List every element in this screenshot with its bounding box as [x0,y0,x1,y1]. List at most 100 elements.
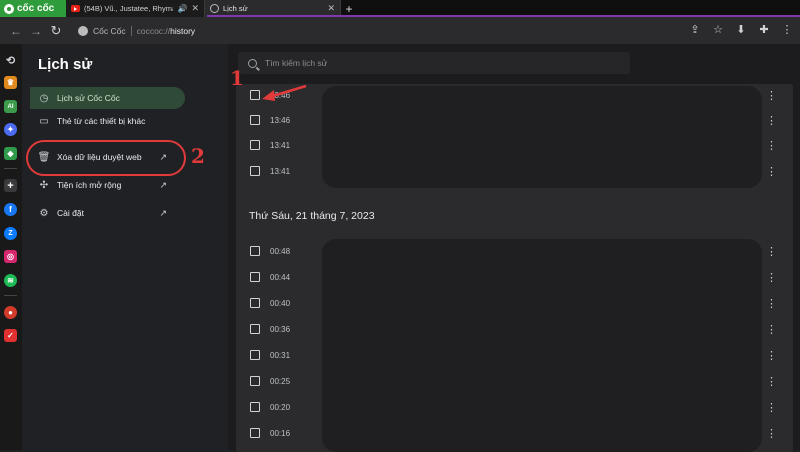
back-arrow-icon[interactable]: ← [6,24,26,38]
annotation-step-1: 1 [230,66,244,90]
search-icon [248,58,257,68]
group-date-heading: Thứ Sáu, 21 tháng 7, 2023 [249,210,375,222]
more-vert-icon[interactable]: ⋮ [766,349,777,362]
more-vert-icon[interactable]: ⋮ [766,271,777,284]
game-icon[interactable]: ◆ [4,147,17,160]
row-time: 00:40 [270,298,291,308]
history-group: Thứ Sáu, 21 tháng 7, 2023 00:48 ⋮ 00:44 … [236,199,793,452]
history-rail-icon[interactable]: ⟲ [4,54,17,67]
site-label: Cốc Cốc [93,25,126,36]
history-row[interactable]: 00:25 ⋮ [236,370,793,392]
page-title: Lịch sử [38,56,93,73]
site-info-icon[interactable] [78,25,88,36]
instagram-icon[interactable]: ◎ [4,250,17,263]
star-icon[interactable]: ☆ [711,22,725,36]
download-icon[interactable]: ⬇ [734,22,748,36]
coccoc-logo[interactable]: cốc cốc [0,0,66,17]
more-vert-icon[interactable]: ⋮ [766,139,777,152]
crown-icon[interactable]: ♛ [4,76,17,89]
add-icon[interactable]: + [4,179,17,192]
row-checkbox[interactable] [250,272,260,282]
extensions-icon[interactable]: ✚ [757,22,771,36]
facebook-icon[interactable]: f [4,203,17,216]
row-checkbox[interactable] [250,428,260,438]
more-vert-icon[interactable]: ⋮ [766,375,777,388]
tab-music[interactable]: (54B) Vũ., Justatee, Rhymastic 🔊 ✕ [66,0,205,17]
row-time: 00:36 [270,324,291,334]
row-time: 13:41 [270,166,291,176]
more-vert-icon[interactable]: ⋮ [766,165,777,178]
omnibox-divider [130,25,132,36]
rail-divider [4,168,17,169]
address-bar[interactable]: Cốc Cốc coccoc://history [72,21,672,41]
row-checkbox[interactable] [250,90,260,100]
history-main: Tìm kiếm lịch sử 13:46 ⋮ 13:46 ⋮ 13:41 ⋮… [228,44,800,452]
coccoc-map-icon[interactable]: ● [4,306,17,319]
more-vert-icon[interactable]: ⋮ [766,245,777,258]
row-checkbox[interactable] [250,376,260,386]
row-checkbox[interactable] [250,402,260,412]
search-input[interactable]: Tìm kiếm lịch sử [238,52,630,74]
search-placeholder: Tìm kiếm lịch sử [265,58,328,68]
toolbar: ← → ↻ Cốc Cốc coccoc://history ⇪ ☆ ⬇ ✚ ⋮ [0,17,800,44]
share-icon[interactable]: ⇪ [688,22,702,36]
annotation-highlight-ring [26,140,186,176]
forward-arrow-icon[interactable]: → [26,24,46,38]
more-vert-icon[interactable]: ⋮ [766,114,777,127]
close-icon[interactable]: ✕ [327,3,335,14]
sidebar-item-label: Thẻ từ các thiết bị khác [57,116,146,126]
history-row[interactable]: 13:46 ⋮ [236,84,793,106]
row-time: 13:46 [270,90,291,100]
reload-icon[interactable]: ↻ [46,23,66,39]
row-checkbox[interactable] [250,246,260,256]
row-time: 00:48 [270,246,291,256]
more-vert-icon[interactable]: ⋮ [766,401,777,414]
row-checkbox[interactable] [250,298,260,308]
row-time: 00:25 [270,376,291,386]
history-row[interactable]: 13:46 ⋮ [236,109,793,131]
row-time: 13:46 [270,115,291,125]
history-row[interactable]: 00:40 ⋮ [236,292,793,314]
row-checkbox[interactable] [250,140,260,150]
sidebar-item-extensions[interactable]: ✣ Tiện ích mở rộng ↗ [30,174,185,196]
history-sidebar: Lịch sử ◷ Lịch sử Cốc Cốc ▭ Thẻ từ các t… [22,44,228,450]
new-tab-button[interactable]: + [341,2,357,16]
gear-icon: ⚙ [39,207,49,219]
row-checkbox[interactable] [250,324,260,334]
history-row[interactable]: 00:20 ⋮ [236,396,793,418]
tab-title: (54B) Vũ., Justatee, Rhymastic [84,4,173,13]
speaker-icon[interactable]: 🔊 [177,4,187,13]
history-favicon-icon [210,4,219,13]
row-checkbox[interactable] [250,166,260,176]
menu-icon[interactable]: ⋮ [780,22,794,36]
sidebar-item-label: Tiện ích mở rộng [57,180,122,190]
zalo-icon[interactable]: Z [4,227,17,240]
row-checkbox[interactable] [250,115,260,125]
spotify-icon[interactable]: ≋ [4,274,17,287]
history-row[interactable]: 00:48 ⋮ [236,240,793,262]
history-row[interactable]: 13:41 ⋮ [236,160,793,182]
ai-icon[interactable]: AI [4,100,17,113]
history-row[interactable]: 00:36 ⋮ [236,318,793,340]
todo-icon[interactable]: ✓ [4,329,17,342]
row-checkbox[interactable] [250,350,260,360]
more-vert-icon[interactable]: ⋮ [766,297,777,310]
devices-icon: ▭ [39,115,49,127]
history-row[interactable]: 00:31 ⋮ [236,344,793,366]
history-row[interactable]: 00:44 ⋮ [236,266,793,288]
history-row[interactable]: 13:41 ⋮ [236,134,793,156]
more-vert-icon[interactable]: ⋮ [766,323,777,336]
coccoc-logo-icon [4,3,14,14]
history-row[interactable]: 00:16 ⋮ [236,422,793,444]
row-time: 00:44 [270,272,291,282]
url-path: history [170,25,196,36]
sidebar-item-settings[interactable]: ⚙ Cài đặt ↗ [30,202,185,224]
messenger-icon[interactable]: ✦ [4,123,17,136]
sidebar-item-other-devices[interactable]: ▭ Thẻ từ các thiết bị khác [30,110,185,132]
more-vert-icon[interactable]: ⋮ [766,89,777,102]
more-vert-icon[interactable]: ⋮ [766,427,777,440]
row-time: 00:16 [270,428,291,438]
sidebar-item-history[interactable]: ◷ Lịch sử Cốc Cốc [30,87,185,109]
close-icon[interactable]: ✕ [191,3,199,14]
tab-title: Lịch sử [223,4,248,13]
